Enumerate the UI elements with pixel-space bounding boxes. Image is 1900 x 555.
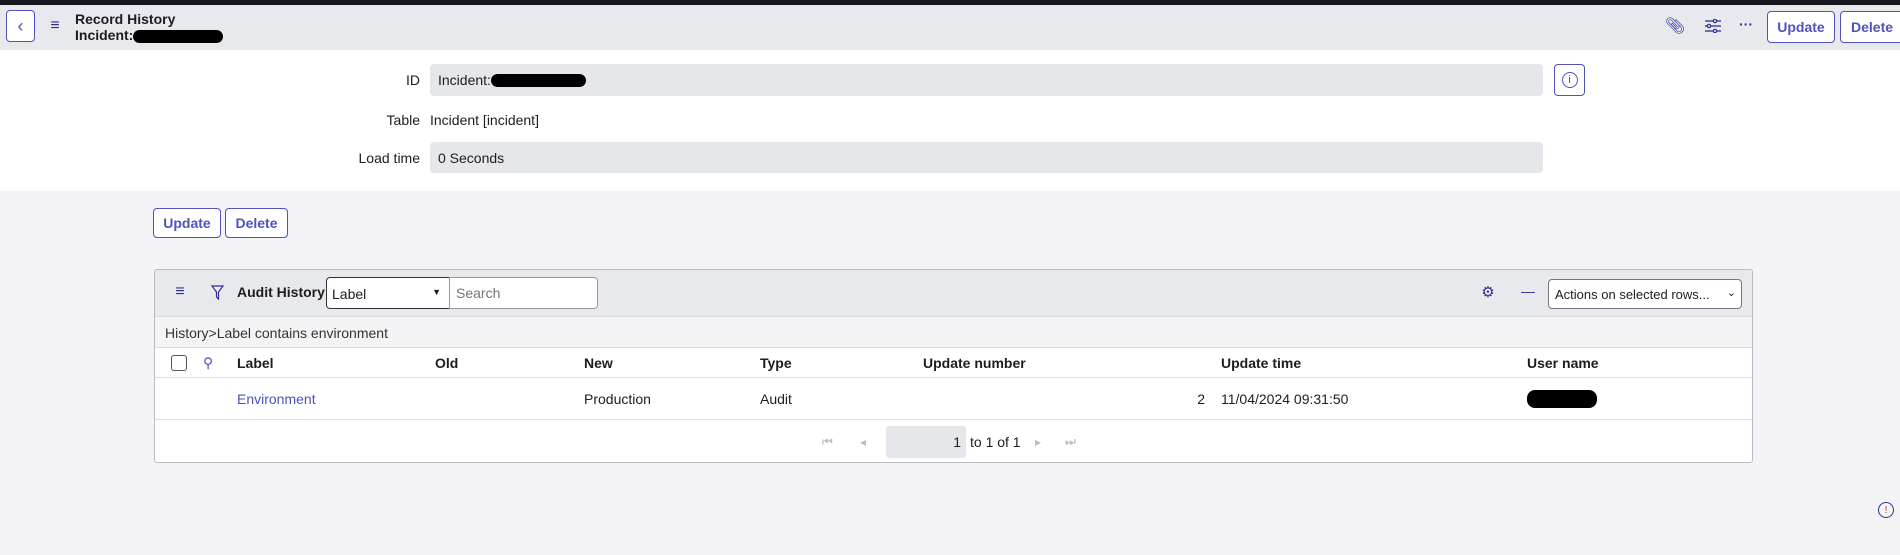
table-label: Table	[386, 112, 420, 128]
gear-icon[interactable]: ⚙	[1479, 283, 1497, 301]
list-title: Audit History	[237, 284, 325, 300]
page-range: to 1 of 1	[970, 434, 1021, 450]
info-button[interactable]: i	[1554, 64, 1585, 96]
column-new[interactable]: New	[584, 355, 613, 371]
prev-page-icon[interactable]: ◂	[860, 435, 866, 449]
subtitle-text: Incident:	[75, 27, 134, 43]
load-time-field: 0 Seconds	[430, 142, 1543, 173]
label-link[interactable]: Environment	[237, 391, 316, 407]
timer-icon[interactable]: !	[1878, 502, 1894, 518]
load-time-label: Load time	[358, 150, 420, 166]
list-header: ≡ Audit History Label ▼ ⚙ — Actions on se…	[155, 270, 1752, 316]
form-header: ‹ ≡ Record History Incident: 📎︎ ··· Upda…	[0, 5, 1900, 50]
chevron-left-icon: ‹	[17, 15, 24, 36]
audit-history-list: ≡ Audit History Label ▼ ⚙ — Actions on se…	[154, 269, 1753, 463]
table-value: Incident [incident]	[430, 112, 539, 128]
column-update-time[interactable]: Update time	[1221, 355, 1301, 371]
id-label: ID	[406, 72, 420, 88]
redacted-user-name	[1527, 389, 1597, 408]
search-column-icon[interactable]: ⚲	[203, 354, 213, 371]
info-icon: i	[1561, 72, 1578, 88]
header-update-button[interactable]: Update	[1767, 11, 1835, 43]
back-button[interactable]: ‹	[6, 10, 35, 42]
column-type[interactable]: Type	[760, 355, 792, 371]
column-label[interactable]: Label	[237, 355, 274, 371]
record-subtitle: Incident:	[75, 27, 224, 43]
hamburger-menu-icon[interactable]: ≡	[46, 17, 64, 35]
id-value: Incident:	[438, 72, 491, 88]
select-all-checkbox[interactable]	[171, 354, 187, 371]
column-old[interactable]: Old	[435, 355, 458, 371]
table-header-row: ⚲ Label Old New Type Update number Updat…	[155, 348, 1752, 378]
next-page-icon[interactable]: ▸	[1035, 435, 1041, 449]
type-value: Audit	[760, 390, 792, 407]
table-row: Environment Production Audit 2 11/04/202…	[155, 378, 1752, 420]
update-time-value: 11/04/2024 09:31:50	[1221, 390, 1349, 407]
chevron-down-icon: ⌄	[1726, 287, 1736, 299]
actions-select[interactable]: Actions on selected rows... ⌄	[1548, 279, 1742, 309]
filter-icon[interactable]	[208, 283, 226, 301]
search-input[interactable]	[449, 277, 598, 309]
actions-select-value: Actions on selected rows...	[1555, 287, 1710, 302]
first-page-icon[interactable]: ⏮	[822, 435, 833, 450]
more-options-icon[interactable]: ···	[1735, 13, 1757, 35]
id-field: Incident:	[430, 64, 1543, 96]
pagination: ⏮ ◂ 1 to 1 of 1 ▸ ⏭	[155, 420, 1752, 462]
search-field-value: Label	[332, 286, 367, 302]
list-menu-icon[interactable]: ≡	[171, 283, 189, 301]
header-delete-button[interactable]: Delete	[1840, 11, 1900, 43]
delete-button[interactable]: Delete	[225, 208, 288, 238]
new-value: Production	[584, 390, 651, 407]
caret-down-icon: ▼	[432, 287, 441, 297]
update-number-value: 2	[1197, 390, 1205, 407]
search-field-select[interactable]: Label ▼	[326, 277, 450, 309]
column-user-name[interactable]: User name	[1527, 355, 1599, 371]
collapse-minus-icon[interactable]: —	[1519, 282, 1537, 300]
record-form: ID Incident: i Table Incident [incident]…	[0, 50, 1900, 191]
filter-breadcrumb[interactable]: History>Label contains environment	[155, 316, 1752, 348]
page-input[interactable]: 1	[886, 426, 966, 458]
redacted-text	[490, 73, 586, 87]
attachment-icon[interactable]: 📎︎	[1664, 15, 1686, 37]
column-update-number[interactable]: Update number	[923, 355, 1026, 371]
page-title: Record History	[75, 11, 176, 27]
settings-sliders-icon[interactable]	[1702, 15, 1724, 37]
last-page-icon[interactable]: ⏭	[1065, 435, 1076, 450]
update-button[interactable]: Update	[153, 208, 221, 238]
redacted-text	[133, 29, 224, 43]
load-time-value: 0 Seconds	[438, 149, 505, 166]
